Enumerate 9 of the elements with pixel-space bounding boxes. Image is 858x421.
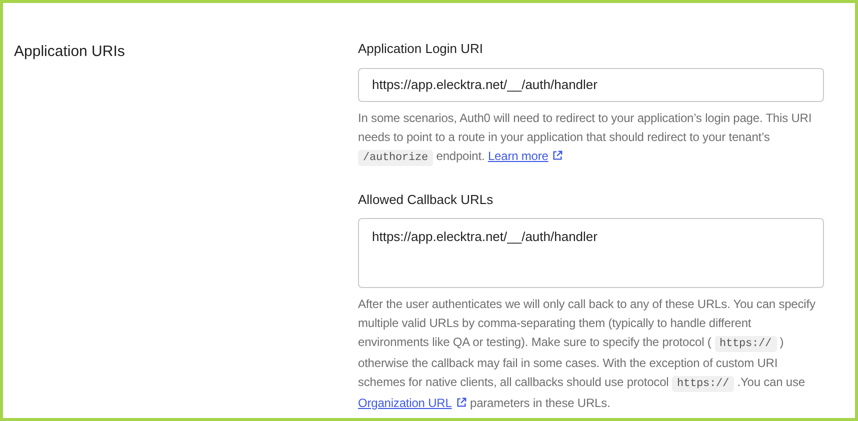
help-text: In some scenarios, Auth0 will need to redirect to your application’s login page. This URI needs to point to a route in your application that should redirect to your tenant’s /authorize endpoint. Learn more [358, 110, 813, 168]
help-text: After the user authenticates we will only call back to any of these URLs. You can specify multiple valid URLs by comma-separating them (typically to handle different environments like QA or testing). Make sure to specify the protocol ( https:// ) otherwise the callback may fail in some cases. With the exception of custom URI schemes for native clients, all callbacks should use protocol https:// .You can use Organization URL parameters in these URLs. [358, 296, 816, 412]
help-link[interactable]: Learn more [488, 148, 564, 162]
section-title: Application URIs [14, 42, 126, 62]
callback-urls-field[interactable]: https://app.elecktra.net/__/auth/handler [358, 218, 824, 288]
login-uri-field[interactable]: https://app.elecktra.net/__/auth/handler [358, 68, 824, 102]
field-label: Allowed Callback URLs [358, 190, 494, 208]
field-label: Application Login URI [358, 40, 484, 58]
help-link[interactable]: Organization URL [358, 396, 467, 410]
